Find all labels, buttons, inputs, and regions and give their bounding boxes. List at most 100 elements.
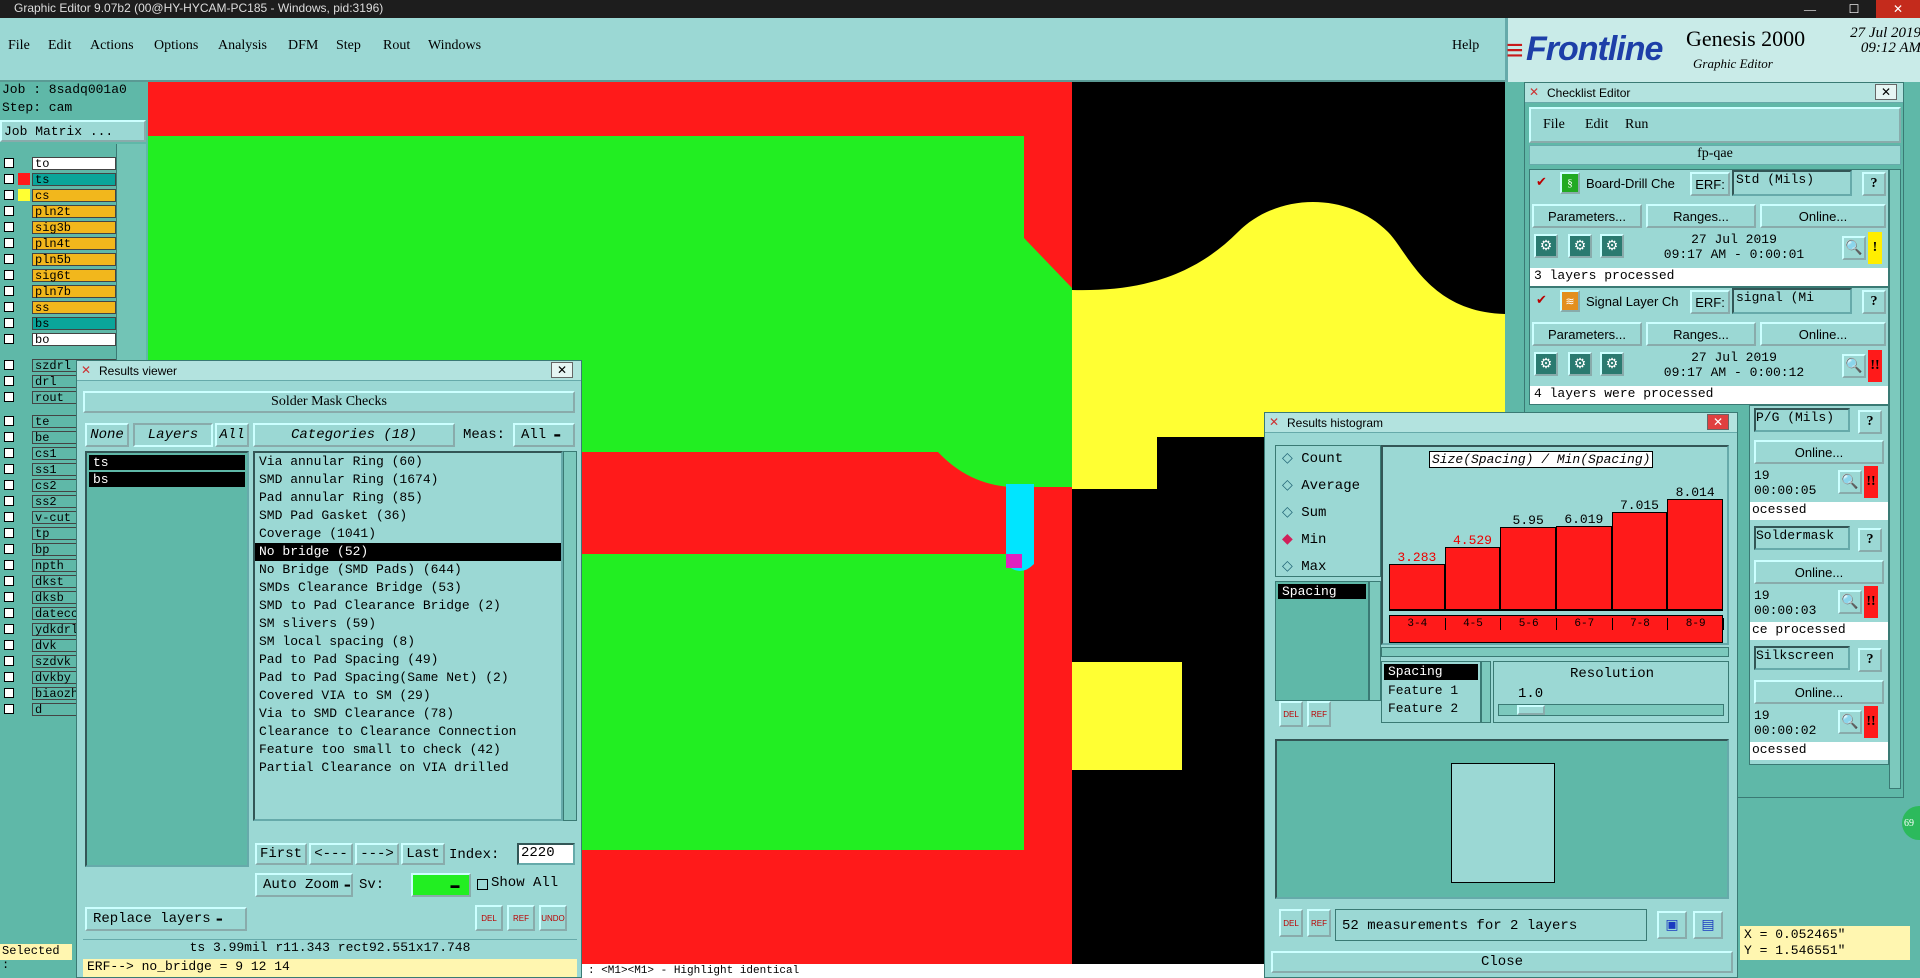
del-button[interactable]: DEL: [475, 905, 503, 931]
layer-checkbox[interactable]: [4, 254, 14, 264]
run-icon[interactable]: ⚙: [1600, 352, 1624, 376]
layer-checkbox[interactable]: [4, 592, 14, 602]
histogram-bar[interactable]: [1389, 564, 1445, 609]
layer-checkbox[interactable]: [4, 464, 14, 474]
show-all-checkbox[interactable]: [477, 879, 488, 890]
minimize-button[interactable]: —: [1788, 0, 1832, 18]
checklist-menu-file[interactable]: File: [1543, 117, 1565, 133]
layer-checkbox[interactable]: [4, 158, 14, 168]
histogram-bar[interactable]: [1500, 527, 1556, 609]
erf-field[interactable]: Soldermask: [1754, 526, 1850, 550]
category-item[interactable]: Coverage (1041): [255, 525, 561, 543]
first-button[interactable]: First: [255, 843, 307, 865]
layer-checkbox[interactable]: [4, 672, 14, 682]
resolution-slider[interactable]: [1498, 704, 1724, 716]
layer-checkbox[interactable]: [4, 608, 14, 618]
erf-field[interactable]: signal (Mi: [1732, 288, 1852, 314]
close-icon[interactable]: ✕: [551, 362, 573, 378]
run-icon[interactable]: ⚙: [1600, 234, 1624, 258]
categories-scrollbar[interactable]: [563, 451, 577, 821]
menu-rout[interactable]: Rout: [383, 38, 410, 54]
layer-checkbox[interactable]: [4, 286, 14, 296]
job-matrix-button[interactable]: Job Matrix ...: [0, 120, 146, 142]
layer-checkbox[interactable]: [4, 544, 14, 554]
ref-button[interactable]: REF: [1307, 701, 1331, 727]
slider-handle[interactable]: [1517, 705, 1545, 715]
layer-row[interactable]: pln4t: [4, 236, 116, 250]
next-button[interactable]: --->: [355, 843, 399, 865]
maximize-button[interactable]: ☐: [1832, 0, 1876, 18]
category-item[interactable]: No bridge (52): [255, 543, 561, 561]
layer-row[interactable]: bo: [4, 332, 116, 346]
help-icon[interactable]: ?: [1858, 410, 1882, 434]
layer-row[interactable]: sig3b: [4, 220, 116, 234]
help-icon[interactable]: ?: [1858, 528, 1882, 552]
zoom-icon[interactable]: 🔍: [1838, 710, 1862, 734]
list-item[interactable]: bs: [89, 472, 245, 487]
none-button[interactable]: None: [85, 423, 129, 447]
option-average[interactable]: ◇ Average: [1282, 477, 1360, 494]
histogram-bar[interactable]: [1556, 526, 1612, 609]
layer-checkbox[interactable]: [4, 238, 14, 248]
category-item[interactable]: SM slivers (59): [255, 615, 561, 633]
online-button[interactable]: Online...: [1754, 560, 1884, 584]
layer-checkbox[interactable]: [4, 206, 14, 216]
layer-checkbox[interactable]: [4, 512, 14, 522]
layer-checkbox[interactable]: [4, 222, 14, 232]
graph-icon[interactable]: ▤: [1693, 911, 1723, 939]
del-button[interactable]: DEL: [1279, 701, 1303, 727]
menu-actions[interactable]: Actions: [90, 38, 134, 54]
ranges-button[interactable]: Ranges...: [1646, 204, 1756, 228]
menu-file[interactable]: File: [8, 38, 30, 54]
close-button[interactable]: ✕: [1876, 0, 1920, 18]
list-item[interactable]: Spacing: [1278, 584, 1366, 599]
layer-row[interactable]: pln7b: [4, 284, 116, 298]
online-button[interactable]: Online...: [1754, 440, 1884, 464]
layer-checkbox[interactable]: [4, 360, 14, 370]
parameters-button[interactable]: Parameters...: [1532, 204, 1642, 228]
ref-button[interactable]: REF: [1307, 909, 1331, 937]
menu-step[interactable]: Step: [336, 38, 361, 54]
online-button[interactable]: Online...: [1760, 322, 1886, 346]
sv-color-dropdown[interactable]: ▬: [411, 873, 471, 897]
category-item[interactable]: Pad to Pad Spacing(Same Net) (2): [255, 669, 561, 687]
export-icon[interactable]: ▣: [1657, 911, 1687, 939]
zoom-icon[interactable]: 🔍: [1838, 590, 1862, 614]
layer-row[interactable]: pln5b: [4, 252, 116, 266]
histogram-bar[interactable]: [1667, 499, 1723, 609]
layer-row[interactable]: ss: [4, 300, 116, 314]
category-item[interactable]: Via annular Ring (60): [255, 453, 561, 471]
category-item[interactable]: Partial Clearance on VIA drilled: [255, 759, 561, 777]
undo-button[interactable]: UNDO: [539, 905, 567, 931]
layer-row[interactable]: cs: [4, 188, 116, 202]
category-item[interactable]: Feature too small to check (42): [255, 741, 561, 759]
run-icon[interactable]: ⚙: [1568, 234, 1592, 258]
menu-windows[interactable]: Windows: [428, 38, 481, 54]
run-icon[interactable]: ⚙: [1534, 234, 1558, 258]
list-item[interactable]: Spacing: [1384, 664, 1478, 680]
layer-row[interactable]: sig6t: [4, 268, 116, 282]
layer-checkbox[interactable]: [4, 688, 14, 698]
parameters-button[interactable]: Parameters...: [1532, 322, 1642, 346]
category-item[interactable]: No Bridge (SMD Pads) (644): [255, 561, 561, 579]
layer-checkbox[interactable]: [4, 318, 14, 328]
layer-checkbox[interactable]: [4, 704, 14, 714]
layer-checkbox[interactable]: [4, 190, 14, 200]
zoom-icon[interactable]: 🔍: [1842, 236, 1866, 260]
menu-dfm[interactable]: DFM: [288, 38, 318, 54]
category-item[interactable]: SMD Pad Gasket (36): [255, 507, 561, 525]
checklist-menu-run[interactable]: Run: [1625, 117, 1648, 133]
checklist-menu-edit[interactable]: Edit: [1585, 117, 1608, 133]
online-button[interactable]: Online...: [1760, 204, 1886, 228]
all-button[interactable]: All: [215, 423, 249, 447]
chart-scrollbar[interactable]: [1381, 647, 1729, 657]
menu-options[interactable]: Options: [154, 38, 198, 54]
notification-badge[interactable]: 69: [1902, 806, 1920, 840]
last-button[interactable]: Last: [401, 843, 445, 865]
help-icon[interactable]: ?: [1858, 648, 1882, 672]
layers-tab[interactable]: Layers: [133, 423, 213, 447]
erf-field[interactable]: Silkscreen: [1754, 646, 1850, 670]
option-max[interactable]: ◇ Max: [1282, 558, 1326, 575]
layer-checkbox[interactable]: [4, 174, 14, 184]
category-item[interactable]: Covered VIA to SM (29): [255, 687, 561, 705]
